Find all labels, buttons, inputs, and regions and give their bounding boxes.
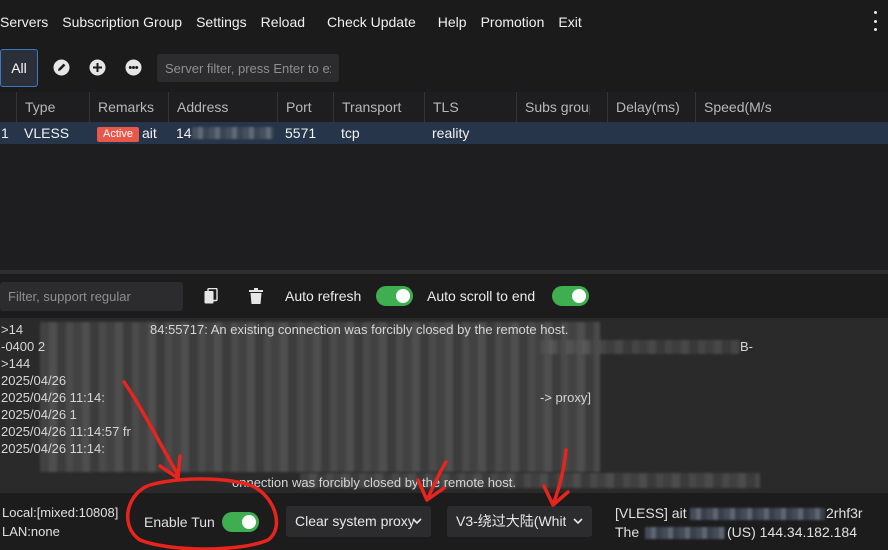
enable-tun-toggle[interactable]	[222, 512, 259, 532]
chevron-down-icon	[573, 518, 583, 525]
col-transport[interactable]: Transport	[333, 92, 425, 122]
redacted-log	[40, 322, 600, 472]
log-line: 2025/04/26 11:14:57 fr	[1, 424, 131, 439]
row-port: 5571	[285, 125, 317, 141]
menu-promotion[interactable]: Promotion	[474, 14, 552, 30]
menu-exit[interactable]: Exit	[551, 14, 588, 30]
system-proxy-value: Clear system proxy	[295, 513, 415, 529]
log-line: 2025/04/26 1	[1, 407, 77, 422]
menu-bar: Servers Subscription Group Settings Relo…	[0, 0, 888, 44]
auto-refresh-toggle[interactable]	[376, 286, 413, 306]
log-output[interactable]: >14 84:55717: An existing connection was…	[0, 318, 888, 493]
auto-refresh-label: Auto refresh	[285, 288, 362, 304]
row-remarks-cell: Active ait	[89, 122, 169, 144]
current-server-line2: The	[615, 524, 640, 540]
redacted-address	[191, 127, 274, 139]
copy-icon[interactable]	[204, 287, 218, 307]
edit-icon[interactable]	[52, 58, 70, 76]
log-line: 84:55717: An existing connection was for…	[150, 322, 569, 337]
delete-icon[interactable]	[249, 288, 263, 307]
server-table: Type Remarks Address Port Transport TLS …	[0, 92, 888, 270]
row-remarks: ait	[141, 125, 157, 141]
menu-servers[interactable]: Servers	[0, 14, 55, 30]
row-index: 1	[1, 125, 9, 141]
col-address[interactable]: Address	[168, 92, 276, 122]
log-line: -> proxy]	[540, 390, 591, 405]
active-badge: Active	[97, 127, 139, 142]
more-icon[interactable]	[124, 58, 142, 76]
col-port[interactable]: Port	[277, 92, 333, 122]
local-port-status: Local:[mixed:10808]	[2, 505, 119, 520]
log-line: 2025/04/26 11:14:	[1, 441, 105, 456]
table-row[interactable]: 1 VLESS Active ait 14 5571 tcp reality	[0, 122, 888, 144]
auto-scroll-toggle[interactable]	[552, 286, 589, 306]
menu-reload[interactable]: Reload	[254, 14, 312, 30]
log-line: 2025/04/26 11:14:	[1, 390, 105, 405]
log-line: onnection was forcibly closed by the rem…	[232, 475, 516, 490]
routing-select[interactable]: V3-绕过大陆(Whitelist)	[447, 506, 592, 537]
current-server-line1-end: 2rhf3r	[826, 505, 863, 521]
menu-check-update[interactable]: Check Update	[320, 14, 423, 30]
col-speed[interactable]: Speed(M/s)	[695, 92, 771, 122]
redacted-server-2	[645, 527, 725, 539]
table-header: Type Remarks Address Port Transport TLS …	[0, 92, 888, 122]
row-tls: reality	[432, 125, 470, 141]
enable-tun-label: Enable Tun	[144, 514, 215, 530]
col-remarks[interactable]: Remarks	[89, 92, 169, 122]
menu-help[interactable]: Help	[431, 14, 474, 30]
col-delay[interactable]: Delay(ms)	[607, 92, 695, 122]
server-toolbar: All	[0, 44, 888, 92]
tab-all[interactable]: All	[0, 49, 38, 87]
redacted-log-2	[540, 340, 740, 354]
log-line: -0400 2	[1, 339, 46, 354]
more-vert-icon[interactable]	[872, 11, 878, 31]
log-line: B-	[740, 339, 753, 354]
current-server-line1: [VLESS] ait	[615, 505, 687, 521]
chevron-down-icon	[412, 518, 422, 525]
log-line: 2025/04/26	[1, 373, 67, 388]
menu-settings[interactable]: Settings	[189, 14, 254, 30]
menu-subscription-group[interactable]: Subscription Group	[55, 14, 189, 30]
server-filter-input[interactable]	[157, 54, 339, 82]
auto-scroll-label: Auto scroll to end	[427, 288, 536, 304]
current-server-line2-end: (US) 144.34.182.184	[727, 524, 857, 540]
log-filter-input[interactable]	[0, 282, 183, 311]
status-bar: Local:[mixed:10808] LAN:none Enable Tun …	[0, 493, 888, 550]
system-proxy-select[interactable]: Clear system proxy	[286, 506, 431, 537]
log-line: >14	[1, 322, 24, 337]
row-address: 14	[176, 125, 192, 141]
add-icon[interactable]	[88, 58, 106, 76]
row-address-cell: 14	[168, 122, 276, 144]
log-toolbar: Auto refresh Auto scroll to end	[0, 274, 888, 318]
col-type[interactable]: Type	[16, 92, 90, 122]
lan-status: LAN:none	[2, 524, 60, 539]
redacted-server	[690, 508, 825, 520]
row-transport: tcp	[341, 125, 360, 141]
row-type: VLESS	[24, 125, 70, 141]
col-tls[interactable]: TLS	[424, 92, 516, 122]
routing-value: V3-绕过大陆(Whitelist)	[456, 513, 566, 529]
log-line: >144	[1, 356, 31, 371]
col-subs-group[interactable]: Subs group	[516, 92, 590, 122]
